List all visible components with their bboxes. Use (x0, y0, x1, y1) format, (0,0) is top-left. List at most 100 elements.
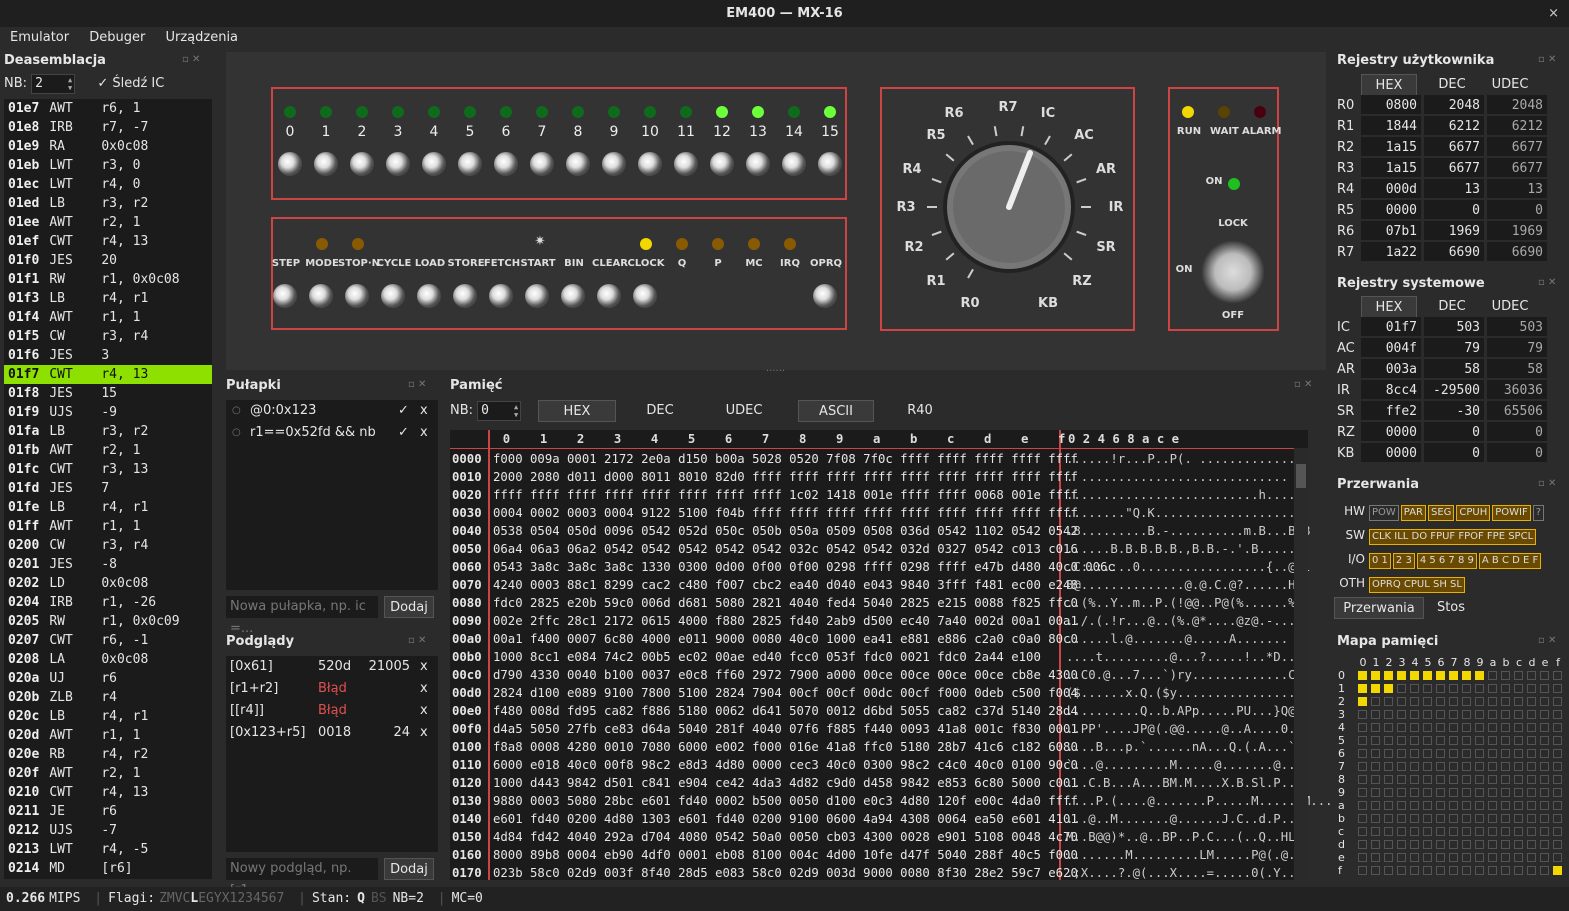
memmap-cell[interactable] (1475, 736, 1484, 745)
memmap-cell[interactable] (1553, 814, 1562, 823)
memmap-cell[interactable] (1436, 749, 1445, 758)
bit-switch[interactable] (350, 152, 374, 176)
memmap-cell[interactable] (1488, 853, 1497, 862)
memmap-cell[interactable] (1371, 853, 1380, 862)
memmap-cell[interactable] (1501, 749, 1510, 758)
memmap-cell[interactable] (1553, 697, 1562, 706)
memmap-cell[interactable] (1436, 697, 1445, 706)
register-udec[interactable]: 6677 (1487, 137, 1547, 156)
memmap-cell[interactable] (1371, 671, 1380, 680)
memmap-cell[interactable] (1371, 762, 1380, 771)
memmap-cell[interactable] (1514, 697, 1523, 706)
control-switch[interactable] (381, 284, 405, 308)
disasm-row[interactable]: 0207 CWT r6, -1 (4, 631, 212, 650)
control-switch[interactable] (417, 284, 441, 308)
memmap-cell[interactable] (1410, 736, 1419, 745)
memmap-cell[interactable] (1384, 866, 1393, 875)
memmap-cell[interactable] (1397, 788, 1406, 797)
memmap-cell[interactable] (1488, 827, 1497, 836)
memory-row[interactable]: 0150 4d84 fd42 4040 292a d704 4080 0542 5… (450, 828, 1308, 846)
register-hex[interactable]: 1a15 (1361, 158, 1421, 177)
interrupt-button[interactable]: SEG (1427, 505, 1455, 521)
float-icon[interactable]: ▫ ✕ (1538, 277, 1556, 288)
interrupt-button[interactable]: 4 5 6 7 8 9 (1416, 553, 1477, 569)
memmap-cell[interactable] (1371, 866, 1380, 875)
memmap-cell[interactable] (1423, 775, 1432, 784)
memmap-cell[interactable] (1475, 697, 1484, 706)
mem-tab-ascii[interactable]: ASCII (798, 400, 874, 422)
control-switch[interactable] (561, 284, 585, 308)
memmap-cell[interactable] (1540, 801, 1549, 810)
disasm-row[interactable]: 020b ZLB r4 (4, 688, 212, 707)
mem-nb-spinner[interactable]: 0 ▲ ▼ (477, 400, 522, 421)
memory-row[interactable]: 00e0 f480 008d fd95 ca82 f886 5180 0062 d… (450, 702, 1310, 720)
memmap-cell[interactable] (1410, 814, 1419, 823)
register-dec[interactable]: -30 (1424, 401, 1484, 420)
new-watch-input[interactable]: Nowy podgląd, np. [r1... (226, 858, 378, 898)
memmap-cell[interactable] (1410, 684, 1419, 693)
memmap-cell[interactable] (1371, 827, 1380, 836)
memmap-cell[interactable] (1449, 801, 1458, 810)
memmap-cell[interactable] (1410, 840, 1419, 849)
memmap-cell[interactable] (1540, 697, 1549, 706)
float-icon[interactable]: ▫ ✕ (182, 54, 200, 65)
memmap-cell[interactable] (1475, 853, 1484, 862)
interrupt-button[interactable]: OPRQ CPUL SH SL (1369, 577, 1465, 593)
memmap-cell[interactable] (1553, 827, 1562, 836)
memmap-cell[interactable] (1540, 723, 1549, 732)
memmap-cell[interactable] (1384, 801, 1393, 810)
interrupt-button[interactable]: PAR (1400, 505, 1426, 521)
memory-map-grid[interactable]: 0123456789abcdef0123456789abcdef (1334, 656, 1569, 880)
disasm-row[interactable]: 0211 JE r6 (4, 802, 212, 821)
memmap-cell[interactable] (1553, 853, 1562, 862)
memmap-cell[interactable] (1462, 866, 1471, 875)
memmap-cell[interactable] (1436, 788, 1445, 797)
memory-row[interactable]: 0100 f8a8 0008 4280 0010 7080 6000 e002 f… (450, 738, 1308, 756)
watch-delete[interactable]: x (420, 722, 428, 744)
memmap-cell[interactable] (1475, 788, 1484, 797)
menu-debugger[interactable]: Debuger (79, 27, 151, 49)
memmap-cell[interactable] (1540, 827, 1549, 836)
interrupt-button[interactable]: 0 1 (1369, 553, 1391, 569)
add-watch-button[interactable]: Dodaj (384, 858, 434, 880)
register-hex[interactable]: 003a (1361, 359, 1421, 378)
memmap-cell[interactable] (1423, 723, 1432, 732)
memmap-cell[interactable] (1449, 788, 1458, 797)
register-dec[interactable]: 79 (1424, 338, 1484, 357)
memmap-cell[interactable] (1475, 684, 1484, 693)
memmap-cell[interactable] (1397, 736, 1406, 745)
memmap-cell[interactable] (1553, 684, 1562, 693)
memmap-cell[interactable] (1397, 853, 1406, 862)
memmap-cell[interactable] (1410, 827, 1419, 836)
watch-row[interactable]: [[r4]] Błąd x (226, 700, 438, 722)
bit-switch[interactable] (638, 152, 662, 176)
disasm-row[interactable]: 020a UJ r6 (4, 669, 212, 688)
memmap-cell[interactable] (1358, 749, 1367, 758)
memmap-cell[interactable] (1514, 801, 1523, 810)
register-dec[interactable]: 58 (1424, 359, 1484, 378)
memmap-cell[interactable] (1514, 775, 1523, 784)
memmap-cell[interactable] (1501, 671, 1510, 680)
memmap-cell[interactable] (1488, 788, 1497, 797)
memory-row[interactable]: 0160 8000 89b8 0004 eb90 4df0 0001 eb08 8… (450, 846, 1310, 864)
register-udec[interactable]: 58 (1487, 359, 1547, 378)
memmap-cell[interactable] (1501, 801, 1510, 810)
menu-emulator[interactable]: Emulator (0, 27, 75, 49)
memmap-cell[interactable] (1436, 736, 1445, 745)
disasm-list[interactable]: 01e7 AWT r6, 1 01e8 IRB r7, -7 01e9 RA 0x0c08 01e… (4, 99, 212, 879)
memmap-cell[interactable] (1371, 775, 1380, 784)
disasm-row[interactable]: 020c LB r4, r1 (4, 707, 212, 726)
memmap-cell[interactable] (1514, 710, 1523, 719)
memmap-cell[interactable] (1358, 788, 1367, 797)
register-udec[interactable]: 1969 (1487, 221, 1547, 240)
sys-regs-col-hex[interactable]: HEX (1361, 296, 1417, 318)
memmap-cell[interactable] (1501, 840, 1510, 849)
memmap-cell[interactable] (1384, 736, 1393, 745)
register-udec[interactable]: 0 (1487, 443, 1547, 462)
memmap-cell[interactable] (1371, 749, 1380, 758)
memmap-cell[interactable] (1462, 853, 1471, 862)
memory-row[interactable]: 00b0 1000 8cc1 e084 74c2 00b5 ec02 00ae e… (450, 648, 1308, 666)
memmap-cell[interactable] (1527, 684, 1536, 693)
memmap-cell[interactable] (1449, 697, 1458, 706)
memmap-cell[interactable] (1475, 801, 1484, 810)
